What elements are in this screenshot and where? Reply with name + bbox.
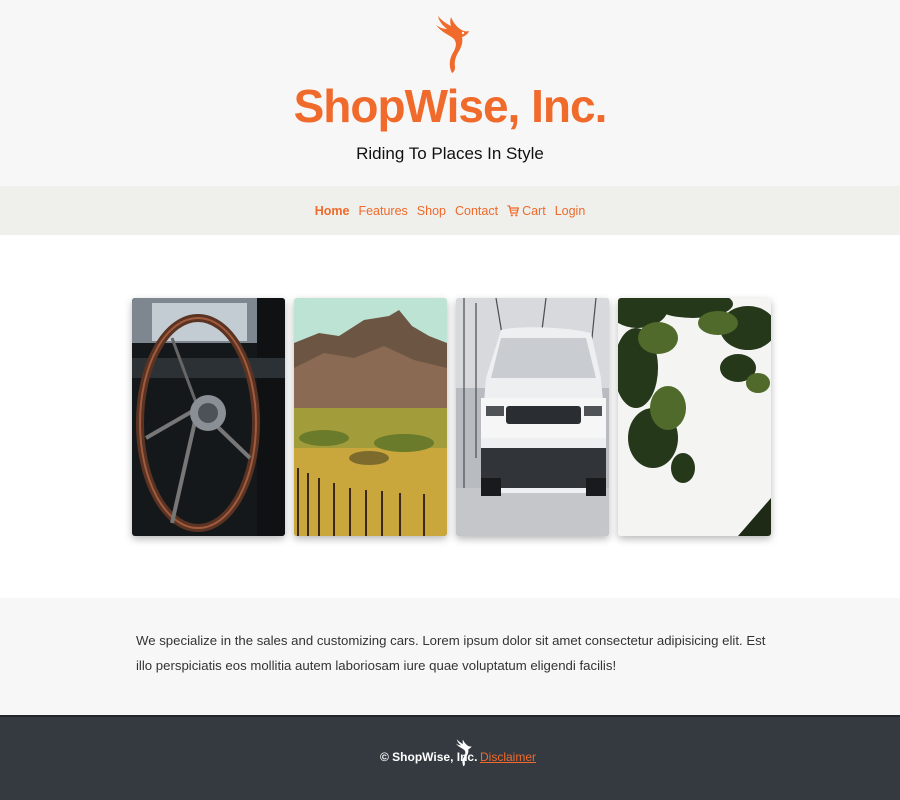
cart-icon xyxy=(507,204,520,216)
gallery-image-suv xyxy=(456,298,609,536)
phoenix-bird-icon xyxy=(455,739,472,767)
phoenix-bird-icon[interactable] xyxy=(430,15,472,75)
gallery-image-steering-wheel xyxy=(132,298,285,536)
nav-home-link[interactable]: Home xyxy=(315,204,350,218)
footer: © ShopWise, Inc. Disclaimer xyxy=(0,715,900,800)
gallery-image-tree xyxy=(618,298,771,536)
gallery-image-mountain xyxy=(294,298,447,536)
nav-shop-link[interactable]: Shop xyxy=(417,204,446,218)
main-nav: Home Features Shop Contact Cart Login xyxy=(0,186,900,235)
nav-contact-link[interactable]: Contact xyxy=(455,204,498,218)
nav-features-link[interactable]: Features xyxy=(358,204,407,218)
nav-cart-label: Cart xyxy=(522,203,546,218)
nav-cart-link[interactable]: Cart xyxy=(507,204,546,218)
disclaimer-link[interactable]: Disclaimer xyxy=(480,750,536,764)
brand-tagline: Riding To Places In Style xyxy=(356,144,544,163)
about-section: We specialize in the sales and customizi… xyxy=(0,598,900,715)
nav-login-link[interactable]: Login xyxy=(555,204,586,218)
brand-title: ShopWise, Inc. xyxy=(293,80,608,132)
image-gallery xyxy=(132,298,772,536)
about-text: We specialize in the sales and customizi… xyxy=(136,633,766,673)
header: ShopWise, Inc. Riding To Places In Style xyxy=(0,0,900,186)
